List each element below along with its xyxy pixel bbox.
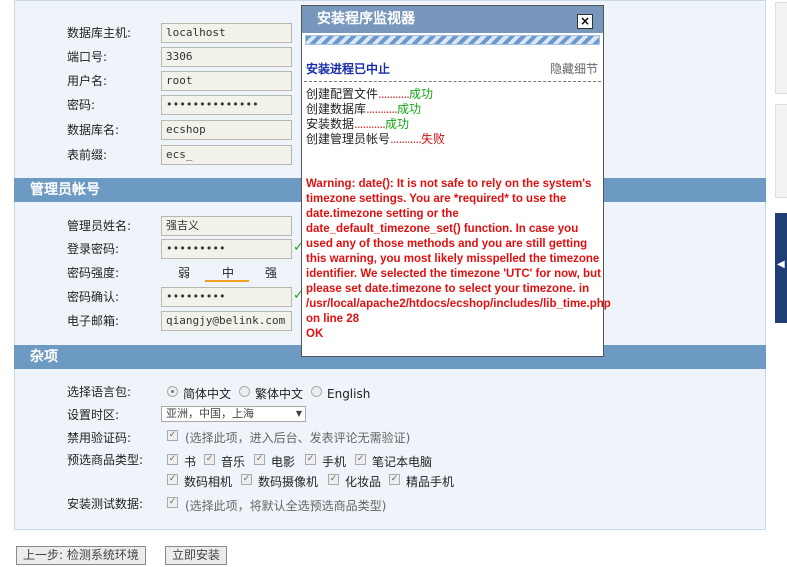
step-result: 失败	[420, 132, 445, 146]
goods-option-book: 书	[184, 455, 197, 469]
db-host-label: 数据库主机:	[67, 26, 132, 40]
test-data-checkbox[interactable]: ✓	[167, 497, 178, 508]
goods-checkbox-movie[interactable]: ✓	[254, 454, 265, 465]
goods-checkbox-camera[interactable]: ✓	[167, 474, 178, 485]
password-strength-label: 密码强度:	[67, 266, 120, 280]
goods-option-cosmetics: 化妆品	[345, 475, 382, 489]
db-port-label: 端口号:	[67, 50, 108, 64]
goods-checkbox-phone[interactable]: ✓	[305, 454, 316, 465]
lang-radio-en[interactable]	[311, 386, 322, 397]
goods-checkbox-laptop[interactable]: ✓	[355, 454, 366, 465]
strength-indicator-bar	[205, 280, 249, 282]
step-name: 创建数据库	[306, 102, 367, 116]
db-password-input[interactable]: ••••••••••••••	[161, 95, 292, 115]
step-result: 成功	[396, 102, 421, 116]
lang-option-zh-tw: 繁体中文	[255, 387, 304, 401]
step-row: 安装数据...........成功	[306, 117, 409, 132]
step-dots: ...........	[378, 87, 410, 101]
lang-radio-zh-tw[interactable]	[239, 386, 250, 397]
timezone-label: 设置时区:	[67, 408, 120, 422]
goods-option-premium-phone: 精品手机	[406, 475, 455, 489]
email-input[interactable]: qiangjy@belink.com	[161, 311, 292, 331]
php-warning-message: Warning: date(): It is not safe to rely …	[306, 178, 611, 340]
step-row: 创建数据库...........成功	[306, 102, 421, 117]
chevron-left-icon: ◀	[777, 259, 785, 270]
goods-option-movie: 电影	[271, 455, 296, 469]
goods-option-camcorder: 数码摄像机	[258, 475, 319, 489]
db-port-input[interactable]: 3306	[161, 47, 292, 67]
goods-checkbox-premium-phone[interactable]: ✓	[389, 474, 400, 485]
step-dots: ...........	[366, 102, 398, 116]
divider	[304, 81, 601, 82]
hide-details-link[interactable]: 隐藏细节	[550, 60, 598, 77]
goods-option-music: 音乐	[221, 455, 246, 469]
admin-name-input[interactable]: 强吉义	[161, 216, 292, 236]
db-user-input[interactable]: root	[161, 71, 292, 91]
goods-checkbox-book[interactable]: ✓	[167, 454, 178, 465]
db-user-label: 用户名:	[67, 74, 108, 88]
prev-step-button[interactable]: 上一步: 检测系统环境	[16, 546, 146, 565]
right-scroll-tab[interactable]: ◀	[775, 213, 787, 323]
goods-option-camera: 数码相机	[184, 475, 233, 489]
db-name-input[interactable]: ecshop	[161, 120, 292, 140]
dropdown-arrow-icon: ▼	[295, 409, 302, 418]
step-row: 创建配置文件...........成功	[306, 87, 433, 102]
lang-option-zh-cn: 简体中文	[183, 387, 232, 401]
test-data-note: (选择此项，将默认全选预选商品类型)	[185, 499, 387, 513]
timezone-value: 亚洲，中国，上海	[166, 407, 254, 420]
confirm-password-label: 密码确认:	[67, 290, 120, 304]
step-row: 创建管理员帐号...........失败	[306, 132, 445, 147]
captcha-checkbox[interactable]: ✓	[167, 430, 178, 441]
install-now-button[interactable]: 立即安装	[165, 546, 228, 565]
db-prefix-input[interactable]: ecs_	[161, 145, 292, 165]
goods-checkbox-cosmetics[interactable]: ✓	[328, 474, 339, 485]
password-strength-meter: 弱 中 强	[161, 264, 292, 282]
step-result: 成功	[384, 117, 409, 131]
progress-bar	[305, 35, 600, 45]
goods-option-phone: 手机	[322, 455, 347, 469]
step-result: 成功	[408, 87, 433, 101]
install-monitor-dialog: 安装程序监视器 × 安装进程已中止 隐藏细节 创建配置文件...........…	[301, 5, 611, 357]
close-icon[interactable]: ×	[577, 14, 593, 29]
goods-option-laptop: 笔记本电脑	[372, 455, 433, 469]
goods-checkbox-music[interactable]: ✓	[204, 454, 215, 465]
admin-password-label: 登录密码:	[67, 242, 120, 256]
lang-option-en: English	[327, 387, 371, 401]
right-sidebar-box	[775, 104, 787, 198]
step-dots: ...........	[354, 117, 386, 131]
db-host-input[interactable]: localhost	[161, 23, 292, 43]
language-label: 选择语言包:	[67, 385, 132, 399]
step-name: 安装数据	[306, 117, 355, 131]
dialog-title: 安装程序监视器	[302, 6, 603, 33]
db-prefix-label: 表前缀:	[67, 148, 108, 162]
email-label: 电子邮箱:	[67, 314, 120, 328]
goods-checkbox-camcorder[interactable]: ✓	[241, 474, 252, 485]
db-password-label: 密码:	[67, 98, 96, 112]
admin-password-input[interactable]: •••••••••	[161, 239, 292, 259]
strength-strong: 强	[265, 266, 278, 280]
step-name: 创建管理员帐号	[306, 132, 391, 146]
admin-name-label: 管理员姓名:	[67, 219, 132, 233]
test-data-label: 安装测试数据:	[67, 497, 144, 511]
captcha-label: 禁用验证码:	[67, 431, 132, 445]
strength-medium: 中	[222, 266, 235, 280]
strength-weak: 弱	[178, 266, 191, 280]
right-sidebar-box	[775, 2, 787, 94]
confirm-password-input[interactable]: •••••••••	[161, 287, 292, 307]
step-name: 创建配置文件	[306, 87, 379, 101]
goods-types-label: 预选商品类型:	[67, 453, 144, 467]
db-name-label: 数据库名:	[67, 123, 120, 137]
install-status: 安装进程已中止	[306, 62, 391, 76]
timezone-select[interactable]: 亚洲，中国，上海 ▼	[161, 406, 306, 422]
lang-radio-zh-cn[interactable]	[167, 386, 178, 397]
step-dots: ...........	[390, 132, 422, 146]
captcha-note: (选择此项，进入后台、发表评论无需验证)	[185, 431, 411, 445]
